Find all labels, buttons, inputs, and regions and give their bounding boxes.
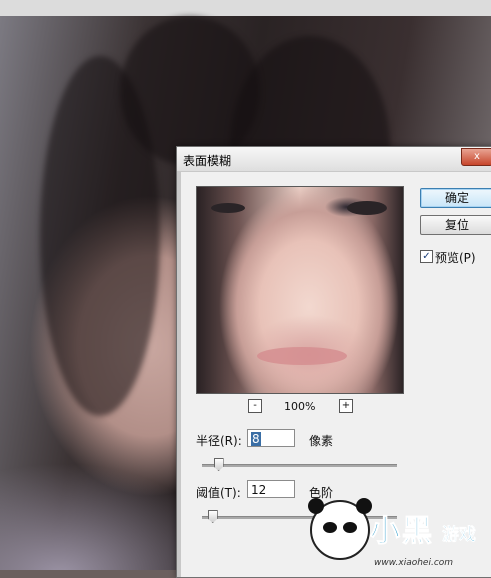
radius-label: 半径(R): [196, 434, 242, 448]
close-button[interactable]: x [461, 148, 491, 166]
reset-button[interactable]: 复位 [420, 215, 491, 235]
dialog-titlebar[interactable]: 表面模糊 x [177, 147, 491, 172]
radius-value: 8 [251, 432, 261, 446]
preview-eye-left [211, 203, 245, 213]
threshold-value: 12 [251, 483, 267, 497]
zoom-level: 100% [284, 400, 316, 413]
preview-image[interactable] [196, 186, 404, 394]
zoom-out-button[interactable]: - [248, 399, 262, 413]
radius-input[interactable]: 8 [247, 429, 295, 447]
radius-unit: 像素 [309, 434, 334, 448]
preview-checkbox-label: 预览(P) [435, 251, 476, 265]
application-menu-strip [0, 0, 491, 17]
ok-button[interactable]: 确定 [420, 188, 491, 208]
logo-text-main: 小黑 [370, 514, 434, 550]
logo-text-sub: 游戏 [442, 525, 477, 546]
radius-slider-thumb[interactable] [213, 458, 224, 471]
threshold-label: 阈值(T): [196, 486, 241, 500]
threshold-input[interactable]: 12 [247, 480, 295, 498]
preview-eye-right [347, 201, 387, 215]
zoom-in-button[interactable]: + [339, 399, 353, 413]
preview-checkbox[interactable]: ✓ [420, 250, 433, 263]
logo-url: www.xiaohei.com [374, 558, 454, 568]
xiaohei-watermark-logo: 小黑 游戏 www.xiaohei.com [300, 492, 491, 570]
threshold-slider-thumb[interactable] [207, 510, 218, 523]
dialog-title: 表面模糊 [183, 154, 232, 168]
left-scrollbar[interactable] [177, 172, 181, 577]
zoom-controls: - 100% + [196, 399, 402, 415]
radius-slider-track[interactable] [202, 464, 397, 467]
preview-lips [257, 347, 347, 365]
panda-mascot-icon [308, 498, 372, 560]
